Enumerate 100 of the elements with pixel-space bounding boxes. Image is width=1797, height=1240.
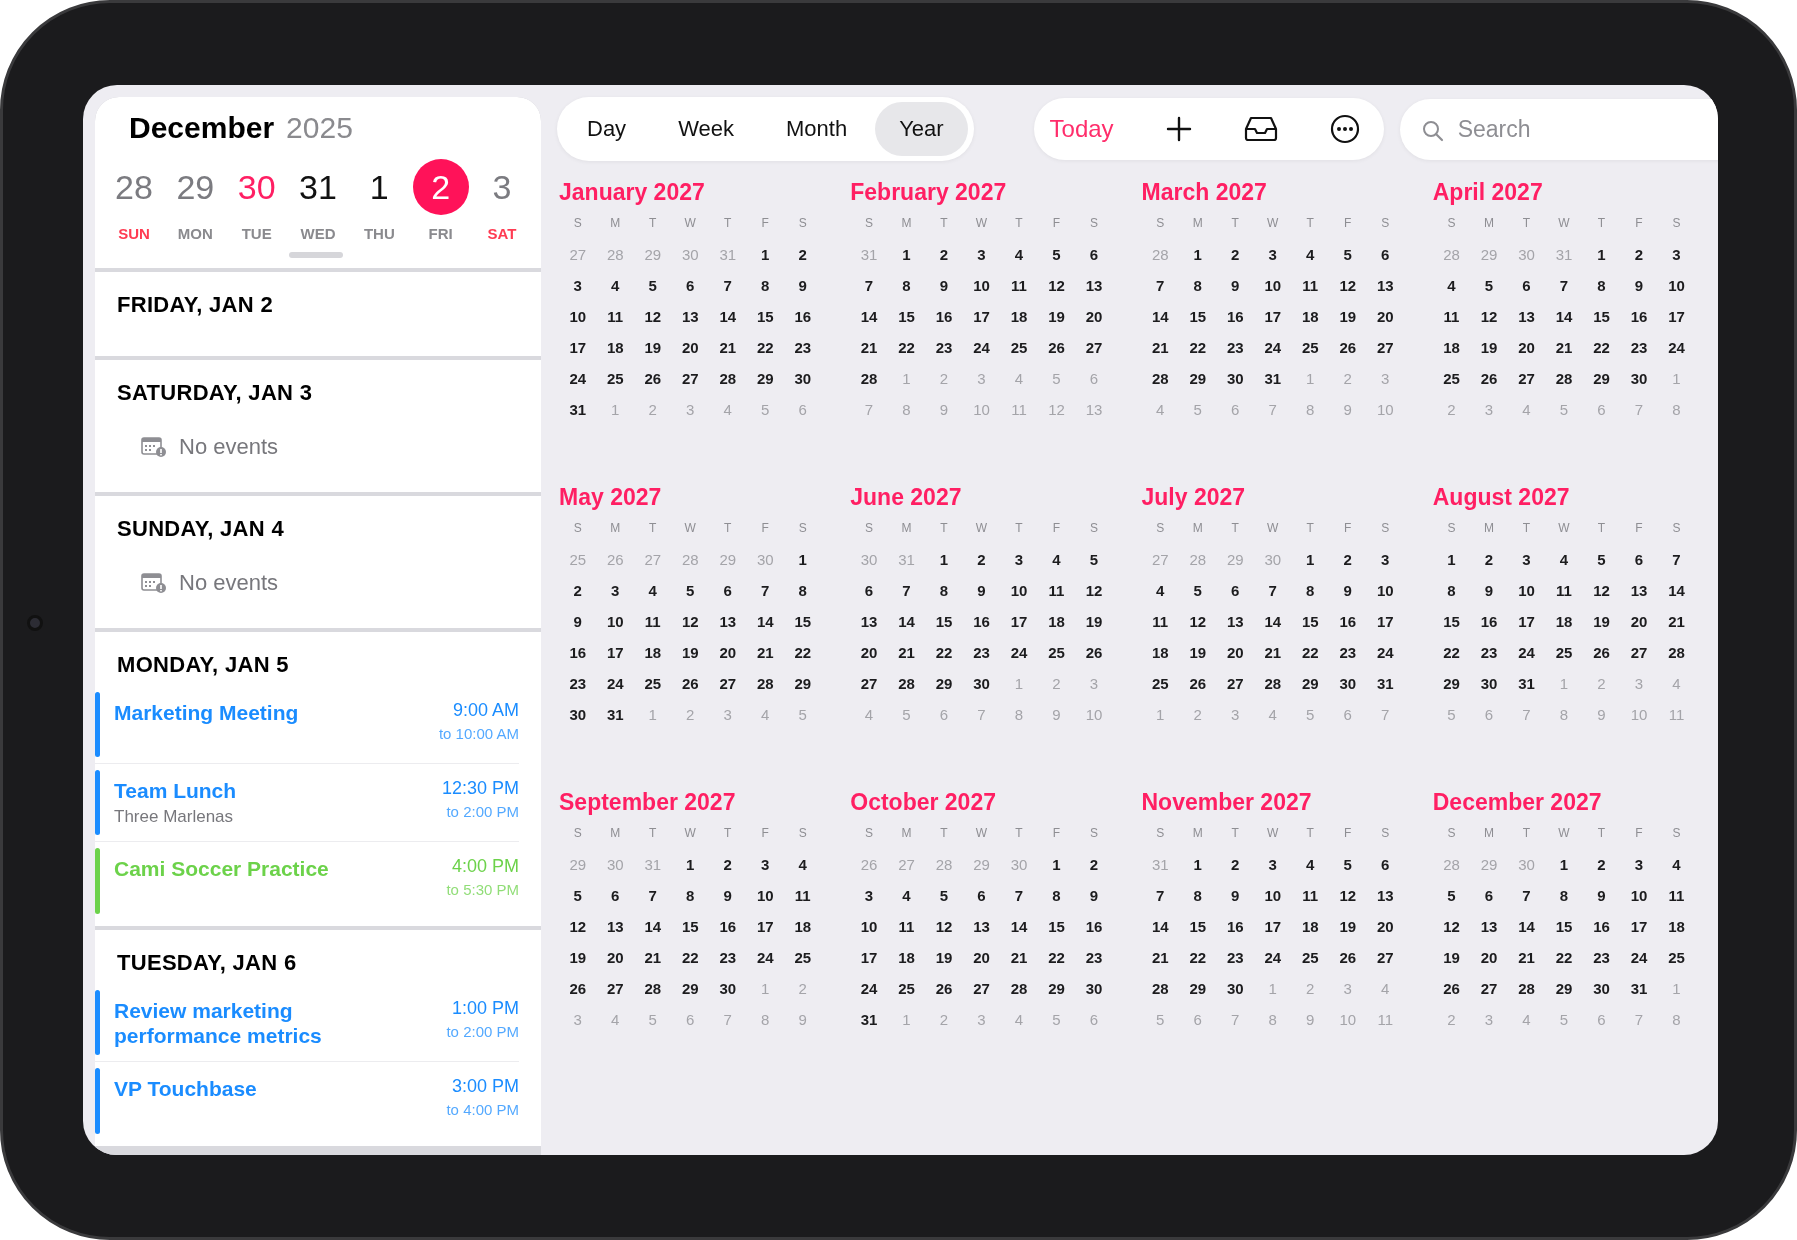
day-number[interactable]: 22 xyxy=(1179,339,1217,370)
day-number[interactable]: 2 xyxy=(925,246,963,277)
day-number[interactable]: 8 xyxy=(1037,887,1076,918)
day-number[interactable]: 11 xyxy=(887,918,926,949)
day-number[interactable]: 11 xyxy=(634,613,672,644)
day-number[interactable]: 7 xyxy=(1657,551,1696,582)
day-number[interactable]: 31 xyxy=(1507,675,1546,706)
day-number[interactable]: 3 xyxy=(1366,551,1404,582)
day-number[interactable]: 18 xyxy=(1432,339,1471,370)
day-number[interactable]: 30 xyxy=(1470,675,1508,706)
day-number[interactable]: 18 xyxy=(596,339,634,370)
day-number[interactable]: 12 xyxy=(1329,277,1367,308)
day-number[interactable]: 7 xyxy=(746,582,784,613)
day-number[interactable]: 10 xyxy=(746,887,784,918)
day-number[interactable]: 26 xyxy=(925,980,963,1011)
day-number[interactable]: 25 xyxy=(1657,949,1696,980)
view-tab[interactable]: Week xyxy=(654,102,758,156)
day-number[interactable]: 14 xyxy=(850,308,888,339)
day-number[interactable]: 3 xyxy=(1000,551,1038,582)
day-number[interactable]: 24 xyxy=(596,675,634,706)
day-number[interactable]: 28 xyxy=(709,370,747,401)
day-number[interactable]: 2 xyxy=(1216,246,1254,277)
day-number[interactable]: 19 xyxy=(1179,644,1217,675)
day-number[interactable]: 17 xyxy=(559,339,597,370)
day-number[interactable]: 12 xyxy=(1582,582,1621,613)
day-number[interactable]: 16 xyxy=(709,918,747,949)
day-number[interactable]: 12 xyxy=(1037,277,1076,308)
day-number[interactable]: 16 xyxy=(1329,613,1367,644)
day-number[interactable]: 1 xyxy=(887,246,926,277)
day-number[interactable]: 9 xyxy=(1470,582,1508,613)
day-number[interactable]: 22 xyxy=(1291,644,1329,675)
week-day[interactable]: 31 xyxy=(290,159,346,215)
day-number[interactable]: 23 xyxy=(1582,949,1621,980)
day-number[interactable]: 6 xyxy=(1366,856,1404,887)
day-number[interactable]: 19 xyxy=(1432,949,1471,980)
day-number[interactable]: 5 xyxy=(925,887,963,918)
day-number[interactable]: 23 xyxy=(559,675,597,706)
search-field[interactable]: Search xyxy=(1399,98,1718,160)
today-button[interactable]: Today xyxy=(1049,111,1114,147)
day-number[interactable]: 15 xyxy=(784,613,822,644)
day-number[interactable]: 28 xyxy=(746,675,784,706)
day-number[interactable]: 14 xyxy=(634,918,672,949)
day-number[interactable]: 7 xyxy=(1507,887,1546,918)
day-number[interactable]: 3 xyxy=(1507,551,1546,582)
day-number[interactable]: 8 xyxy=(1179,887,1217,918)
day-number[interactable]: 9 xyxy=(1620,277,1658,308)
day-number[interactable]: 18 xyxy=(1291,918,1329,949)
day-number[interactable]: 9 xyxy=(1075,887,1113,918)
day-number[interactable]: 12 xyxy=(671,613,709,644)
day-number[interactable]: 15 xyxy=(1179,308,1217,339)
day-number[interactable]: 4 xyxy=(1291,246,1329,277)
day-number[interactable]: 29 xyxy=(1179,980,1217,1011)
day-number[interactable]: 20 xyxy=(1216,644,1254,675)
day-number[interactable]: 17 xyxy=(746,918,784,949)
day-number[interactable]: 18 xyxy=(1037,613,1076,644)
day-number[interactable]: 31 xyxy=(850,1011,888,1042)
day-number[interactable]: 21 xyxy=(1000,949,1038,980)
day-number[interactable]: 26 xyxy=(1329,949,1367,980)
day-number[interactable]: 30 xyxy=(1216,370,1254,401)
day-number[interactable]: 18 xyxy=(1545,613,1583,644)
day-number[interactable]: 24 xyxy=(1507,644,1546,675)
day-number[interactable]: 26 xyxy=(559,980,597,1011)
day-number[interactable]: 27 xyxy=(671,370,709,401)
day-number[interactable]: 20 xyxy=(596,949,634,980)
day-number[interactable]: 2 xyxy=(1620,246,1658,277)
day-number[interactable]: 21 xyxy=(709,339,747,370)
day-number[interactable]: 1 xyxy=(1432,551,1471,582)
day-number[interactable]: 31 xyxy=(1620,980,1658,1011)
day-number[interactable]: 1 xyxy=(1179,246,1217,277)
day-number[interactable]: 3 xyxy=(962,246,1001,277)
day-number[interactable]: 9 xyxy=(709,887,747,918)
day-number[interactable]: 23 xyxy=(1620,339,1658,370)
day-number[interactable]: 24 xyxy=(1620,949,1658,980)
day-number[interactable]: 9 xyxy=(962,582,1001,613)
day-number[interactable]: 17 xyxy=(596,644,634,675)
day-number[interactable]: 18 xyxy=(784,918,822,949)
day-number[interactable]: 26 xyxy=(1470,370,1508,401)
day-number[interactable]: 23 xyxy=(1216,339,1254,370)
day-number[interactable]: 13 xyxy=(1470,918,1508,949)
day-number[interactable]: 16 xyxy=(925,308,963,339)
day-number[interactable]: 10 xyxy=(1620,887,1658,918)
day-number[interactable]: 11 xyxy=(1657,887,1696,918)
day-number[interactable]: 11 xyxy=(784,887,822,918)
day-number[interactable]: 16 xyxy=(559,644,597,675)
day-number[interactable]: 15 xyxy=(746,308,784,339)
day-number[interactable]: 13 xyxy=(1216,613,1254,644)
day-number[interactable]: 6 xyxy=(709,582,747,613)
day-number[interactable]: 10 xyxy=(1000,582,1038,613)
day-number[interactable]: 23 xyxy=(1216,949,1254,980)
day-number[interactable]: 15 xyxy=(1432,613,1471,644)
day-number[interactable]: 18 xyxy=(887,949,926,980)
day-number[interactable]: 9 xyxy=(1216,887,1254,918)
day-number[interactable]: 29 xyxy=(746,370,784,401)
day-number[interactable]: 26 xyxy=(1329,339,1367,370)
day-number[interactable]: 5 xyxy=(1329,856,1367,887)
day-number[interactable]: 14 xyxy=(709,308,747,339)
day-number[interactable]: 13 xyxy=(1507,308,1546,339)
day-number[interactable]: 31 xyxy=(559,401,597,432)
day-number[interactable]: 10 xyxy=(850,918,888,949)
day-number[interactable]: 1 xyxy=(1582,246,1621,277)
